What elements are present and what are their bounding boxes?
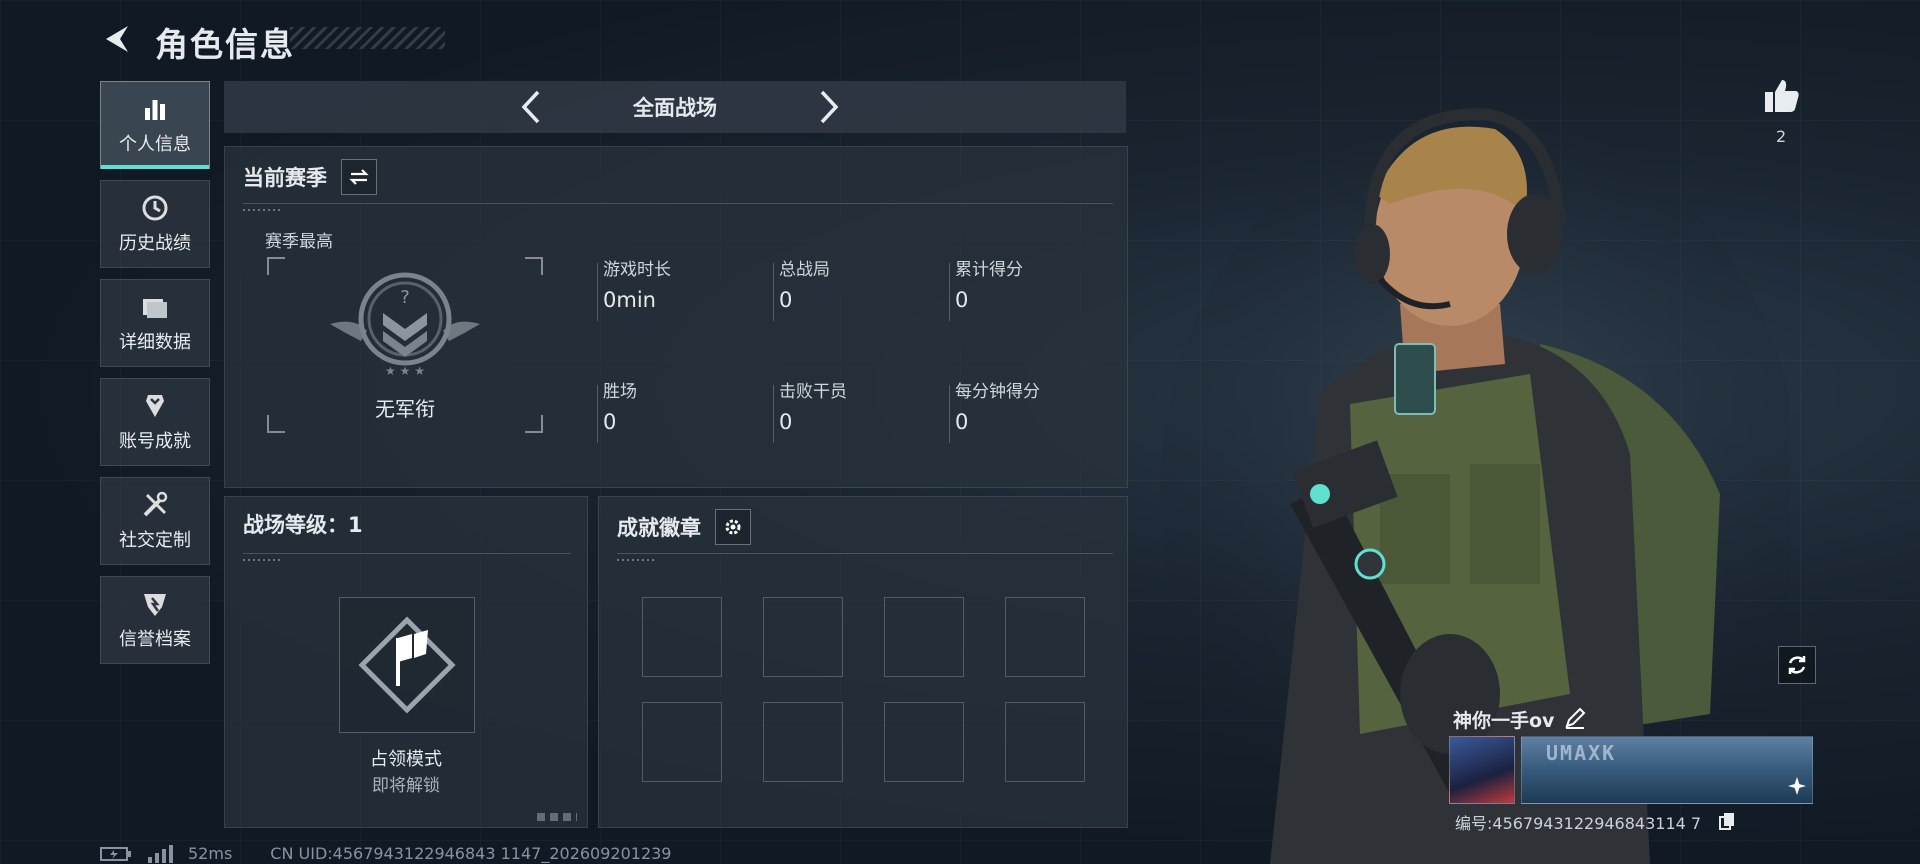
sidebar: 个人信息 历史战绩 详细数据 账号成就 社交定制 信誉档案 [100, 81, 210, 675]
sidebar-item-credit-file[interactable]: 信誉档案 [100, 576, 210, 664]
badge-settings-button[interactable] [715, 509, 751, 545]
stat-value: 0min [603, 288, 656, 312]
stat-value: 0 [955, 288, 969, 312]
player-name: 神你一手ov [1453, 710, 1555, 732]
page-title: 角色信息 [155, 25, 295, 64]
stat-value: 0 [779, 410, 793, 434]
mode-selector: 全面战场 [224, 81, 1126, 133]
divider [243, 553, 571, 554]
svg-text:?: ? [400, 287, 410, 308]
flag-icon [358, 616, 456, 714]
divider [617, 553, 1113, 554]
season-best-label: 赛季最高 [265, 232, 333, 252]
sidebar-item-label: 个人信息 [119, 134, 191, 155]
panel-decoration [537, 813, 577, 821]
stat-total-matches: 总战局 0 [773, 255, 949, 321]
badge-slot[interactable] [884, 702, 964, 782]
back-arrow-icon[interactable] [100, 22, 134, 56]
player-card: 神你一手ov UMAXK 编号:4567943122946843114 7 [1445, 700, 1817, 836]
divider [243, 203, 1113, 204]
sidebar-item-detailed-data[interactable]: 详细数据 [100, 279, 210, 367]
sidebar-item-label: 历史战绩 [119, 233, 191, 254]
banner-emblem-icon [1788, 777, 1806, 795]
stat-label: 击败干员 [779, 382, 847, 402]
badge-slot[interactable] [642, 597, 722, 677]
divider-decoration [617, 559, 657, 561]
swap-icon [349, 169, 369, 185]
stat-score-per-minute: 每分钟得分 0 [949, 377, 1125, 443]
signal-icon [148, 844, 173, 863]
stat-play-time: 游戏时长 0min [597, 255, 773, 321]
history-icon [142, 195, 168, 221]
badge-slot[interactable] [763, 597, 843, 677]
player-avatar[interactable] [1449, 736, 1515, 804]
stat-label: 累计得分 [955, 260, 1023, 280]
badge-slot[interactable] [642, 702, 722, 782]
level-title: 战场等级：1 [243, 513, 363, 537]
gear-icon [725, 519, 741, 535]
sidebar-item-label: 社交定制 [119, 530, 191, 551]
badge-slot[interactable] [884, 597, 964, 677]
stat-kills: 击败干员 0 [773, 377, 949, 443]
shield-icon [144, 594, 166, 616]
stat-value: 0 [603, 410, 617, 434]
svg-text:★ ★ ★: ★ ★ ★ [385, 364, 425, 378]
occupy-mode-card[interactable] [339, 597, 475, 733]
season-switch-button[interactable] [341, 159, 377, 195]
divider-decoration [243, 559, 283, 561]
sidebar-item-social-custom[interactable]: 社交定制 [100, 477, 210, 565]
folder-icon [143, 299, 167, 318]
bar-chart-icon [145, 100, 165, 120]
rank-name: 无军衔 [375, 397, 435, 421]
stat-label: 每分钟得分 [955, 382, 1040, 402]
refresh-button[interactable] [1778, 646, 1816, 684]
refresh-icon [1788, 656, 1806, 674]
achievement-badges-panel: 成就徽章 [598, 496, 1128, 828]
trophy-icon [146, 395, 164, 417]
status-bar: 52ms CN UID:4567943122946843 1147_202609… [100, 844, 671, 863]
copy-icon[interactable] [1719, 812, 1735, 830]
chevron-left-icon[interactable] [514, 89, 548, 125]
mode-title: 全面战场 [633, 96, 717, 120]
edit-icon[interactable] [1563, 706, 1587, 730]
season-panel: 当前赛季 赛季最高 ? ★ ★ ★ 无军衔 游戏时长 0min 总战局 0 累计… [224, 146, 1128, 488]
tools-icon [143, 491, 168, 517]
chevron-right-icon[interactable] [812, 89, 846, 125]
rank-emblem-icon: ? ★ ★ ★ [330, 272, 480, 378]
player-banner[interactable]: UMAXK [1521, 736, 1813, 804]
like-count: 2 [1776, 127, 1787, 146]
stat-label: 游戏时长 [603, 260, 671, 280]
divider-decoration [243, 209, 283, 211]
stat-label: 总战局 [779, 260, 830, 280]
ping-value: 52ms [188, 844, 233, 863]
banner-text: UMAXK [1546, 741, 1617, 765]
stat-total-score: 累计得分 0 [949, 255, 1125, 321]
sidebar-item-label: 信誉档案 [119, 629, 191, 650]
season-title: 当前赛季 [243, 166, 327, 190]
stat-value: 0 [955, 410, 969, 434]
battlefield-level-panel: 战场等级：1 占领模式 即将解锁 [224, 496, 588, 828]
stat-label: 胜场 [603, 382, 637, 402]
sidebar-item-personal-info[interactable]: 个人信息 [100, 81, 210, 169]
title-decoration [290, 27, 445, 49]
occupy-mode-title: 占领模式 [370, 749, 442, 770]
badge-slot[interactable] [1005, 597, 1085, 677]
sidebar-item-label: 详细数据 [119, 332, 191, 353]
thumbs-up-icon[interactable] [1762, 76, 1802, 116]
battery-icon [100, 846, 131, 861]
stat-wins: 胜场 0 [597, 377, 773, 443]
occupy-mode-status: 即将解锁 [372, 776, 440, 796]
player-id: 编号:4567943122946843114 7 [1455, 814, 1702, 833]
achievements-title: 成就徽章 [617, 516, 701, 540]
uid-text: CN UID:4567943122946843 1147_20260920123… [270, 844, 672, 863]
badge-slot[interactable] [763, 702, 843, 782]
rank-display: ? ★ ★ ★ 无军衔 [267, 257, 543, 433]
sidebar-item-account-achievements[interactable]: 账号成就 [100, 378, 210, 466]
stat-value: 0 [779, 288, 793, 312]
badge-slot[interactable] [1005, 702, 1085, 782]
sidebar-item-history[interactable]: 历史战绩 [100, 180, 210, 268]
sidebar-item-label: 账号成就 [119, 431, 191, 452]
